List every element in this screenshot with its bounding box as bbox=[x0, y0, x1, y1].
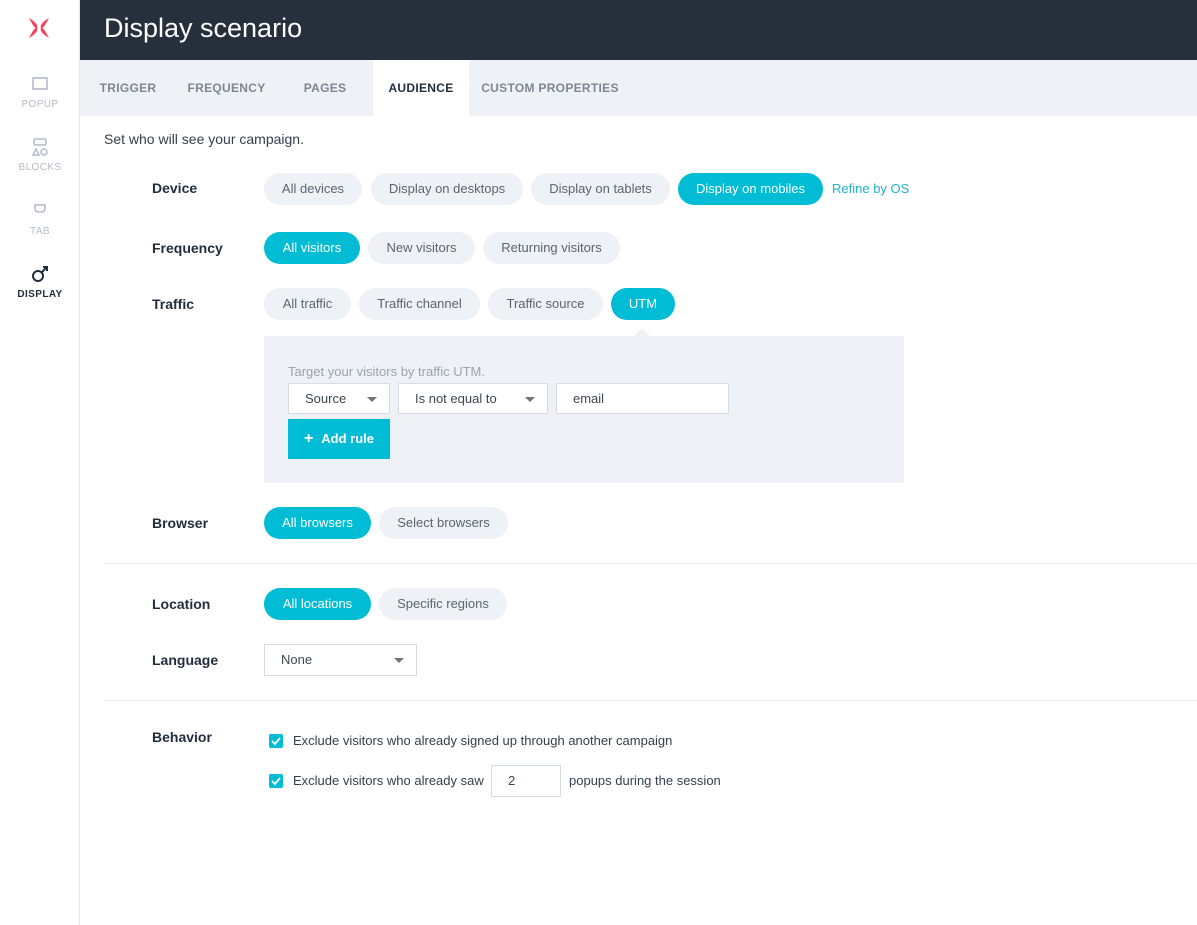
plus-icon: + bbox=[303, 430, 314, 447]
exclude-signed-up-label: Exclude visitors who already signed up t… bbox=[293, 733, 673, 748]
checkmark-icon bbox=[271, 737, 281, 746]
sidebar-item-label: TAB bbox=[30, 226, 50, 237]
tab-trigger[interactable]: TRIGGER bbox=[80, 60, 176, 116]
tab-custom-properties[interactable]: CUSTOM PROPERTIES bbox=[469, 60, 631, 116]
utm-value-input[interactable]: email bbox=[556, 383, 729, 414]
sidebar-item-label: DISPLAY bbox=[17, 289, 63, 300]
location-label: Location bbox=[152, 596, 211, 612]
chevron-down-icon bbox=[525, 397, 535, 402]
traffic-label: Traffic bbox=[152, 296, 195, 312]
checkmark-icon bbox=[271, 777, 281, 786]
utm-operator-value: Is not equal to bbox=[415, 391, 497, 406]
blocks-icon bbox=[31, 138, 48, 156]
sidebar: POPUP BLOCKS TAB DISPLAY bbox=[0, 0, 80, 925]
intro-text: Set who will see your campaign. bbox=[104, 131, 304, 147]
utm-field-select[interactable]: Source bbox=[288, 383, 390, 414]
popup-icon bbox=[32, 77, 48, 90]
sidebar-item-popup[interactable]: POPUP bbox=[0, 74, 80, 110]
location-option-specific[interactable]: Specific regions bbox=[379, 588, 507, 620]
chevron-down-icon bbox=[394, 658, 404, 663]
traffic-option-all[interactable]: All traffic bbox=[264, 288, 351, 320]
logo-icon[interactable] bbox=[26, 15, 52, 41]
utm-operator-select[interactable]: Is not equal to bbox=[398, 383, 548, 414]
refine-by-os-link[interactable]: Refine by OS bbox=[832, 181, 909, 196]
tab-audience[interactable]: AUDIENCE bbox=[373, 60, 469, 116]
browser-label: Browser bbox=[152, 515, 209, 531]
tab-icon bbox=[34, 204, 46, 213]
exclude-saw-label-prefix: Exclude visitors who already saw bbox=[293, 773, 484, 788]
sidebar-item-blocks[interactable]: BLOCKS bbox=[0, 137, 80, 173]
device-option-desktops[interactable]: Display on desktops bbox=[371, 173, 523, 205]
utm-panel-pointer bbox=[634, 328, 650, 336]
frequency-option-all[interactable]: All visitors bbox=[264, 232, 360, 264]
sidebar-item-label: BLOCKS bbox=[18, 162, 62, 173]
frequency-option-new[interactable]: New visitors bbox=[368, 232, 475, 264]
device-option-tablets[interactable]: Display on tablets bbox=[531, 173, 670, 205]
traffic-option-channel[interactable]: Traffic channel bbox=[359, 288, 480, 320]
tab-bar: TRIGGER FREQUENCY PAGES AUDIENCE CUSTOM … bbox=[80, 60, 1197, 116]
add-rule-label: Add rule bbox=[321, 431, 375, 446]
display-icon bbox=[32, 266, 48, 282]
sidebar-item-tab[interactable]: TAB bbox=[0, 201, 80, 237]
page-header: Display scenario bbox=[80, 0, 1197, 60]
tab-pages[interactable]: PAGES bbox=[277, 60, 373, 116]
traffic-option-utm[interactable]: UTM bbox=[611, 288, 675, 320]
popup-count-input[interactable]: 2 bbox=[491, 765, 561, 797]
divider bbox=[104, 700, 1197, 701]
device-label: Device bbox=[152, 180, 198, 196]
tab-frequency[interactable]: FREQUENCY bbox=[176, 60, 277, 116]
page-title: Display scenario bbox=[104, 13, 303, 43]
traffic-option-source[interactable]: Traffic source bbox=[488, 288, 603, 320]
language-value: None bbox=[281, 652, 313, 667]
exclude-signed-up-checkbox[interactable] bbox=[269, 734, 283, 748]
device-option-all[interactable]: All devices bbox=[264, 173, 362, 205]
browser-option-all[interactable]: All browsers bbox=[264, 507, 371, 539]
language-label: Language bbox=[152, 652, 219, 668]
location-option-all[interactable]: All locations bbox=[264, 588, 371, 620]
sidebar-item-display[interactable]: DISPLAY bbox=[0, 264, 80, 300]
language-select[interactable]: None bbox=[264, 644, 417, 676]
frequency-label: Frequency bbox=[152, 240, 223, 256]
device-option-mobiles[interactable]: Display on mobiles bbox=[678, 173, 823, 205]
frequency-option-returning[interactable]: Returning visitors bbox=[483, 232, 620, 264]
chevron-down-icon bbox=[367, 397, 377, 402]
add-rule-button[interactable]: + Add rule bbox=[288, 419, 390, 459]
exclude-saw-label-suffix: popups during the session bbox=[569, 773, 721, 788]
exclude-saw-checkbox[interactable] bbox=[269, 774, 283, 788]
browser-option-select[interactable]: Select browsers bbox=[379, 507, 508, 539]
utm-field-value: Source bbox=[305, 391, 347, 406]
behavior-label: Behavior bbox=[152, 729, 212, 745]
utm-hint: Target your visitors by traffic UTM. bbox=[288, 364, 485, 379]
sidebar-item-label: POPUP bbox=[21, 99, 59, 110]
divider bbox=[104, 563, 1197, 564]
